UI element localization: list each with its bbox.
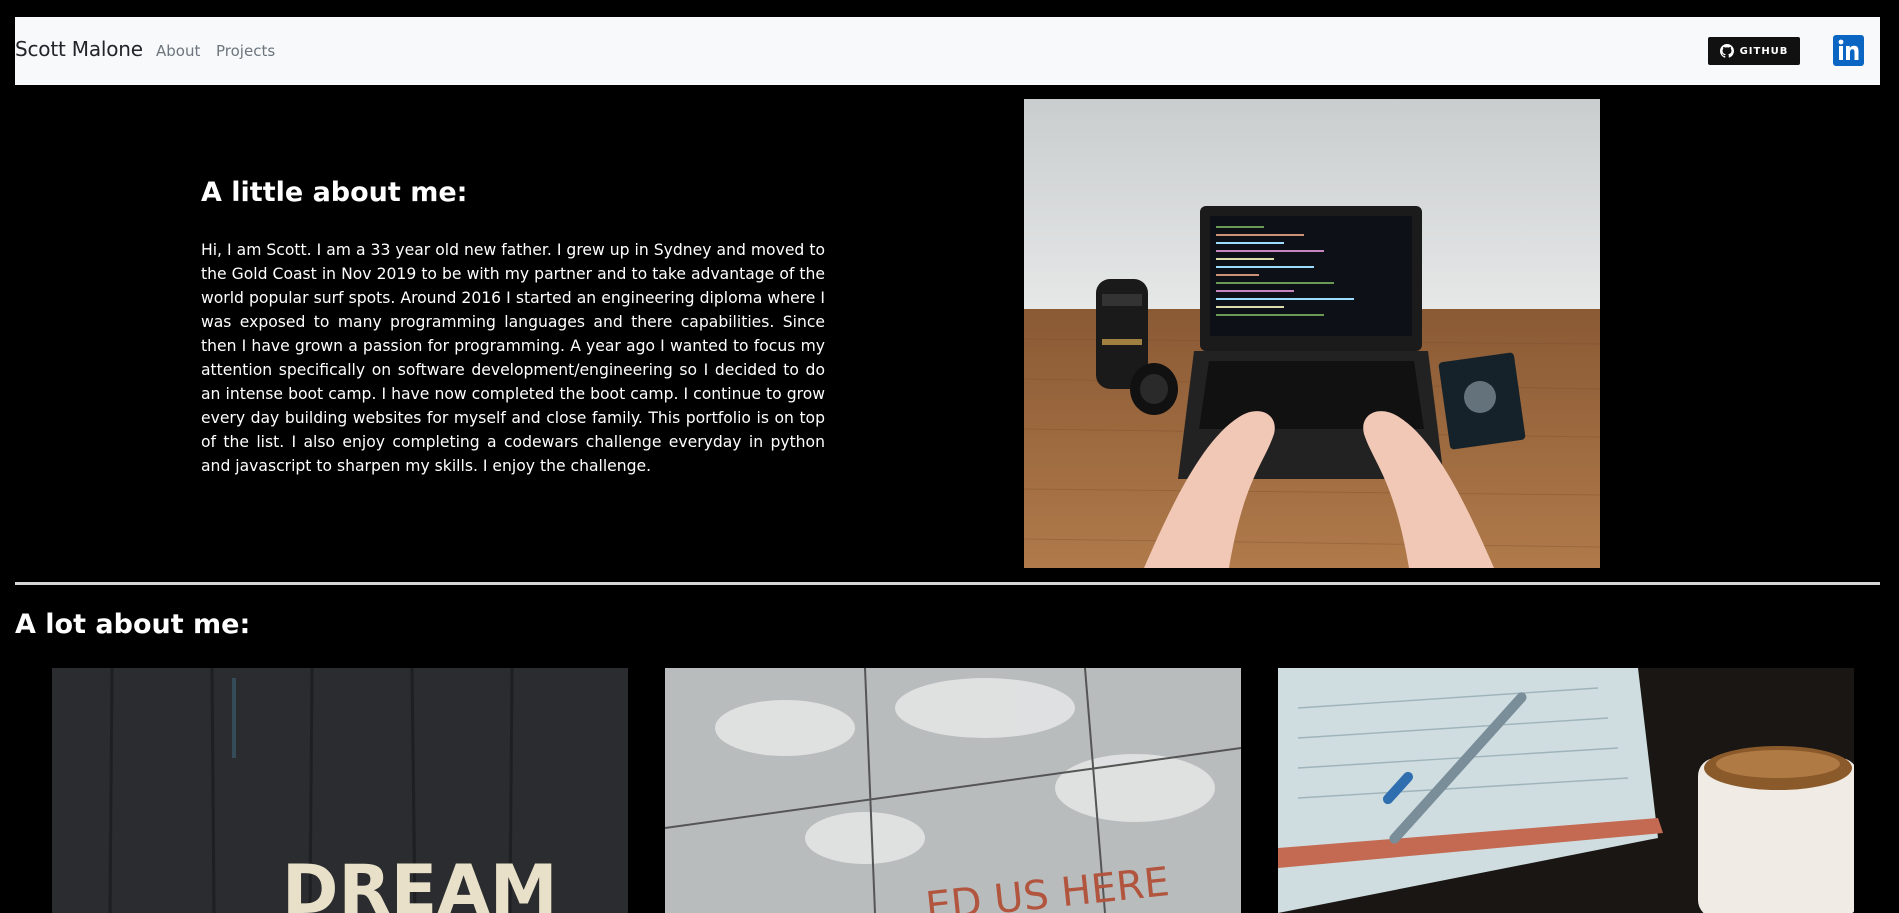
about-title: A little about me:	[201, 177, 468, 208]
github-label: GITHUB	[1739, 45, 1789, 57]
linkedin-logo	[1838, 39, 1859, 60]
lot-title: A lot about me:	[15, 609, 251, 640]
section-divider	[15, 582, 1880, 585]
nav-link-projects[interactable]: Projects	[216, 42, 275, 60]
card-dream-image[interactable]: DREAM	[52, 668, 628, 913]
github-button[interactable]: GITHUB	[1708, 37, 1800, 65]
brand-link[interactable]: Scott Malone	[15, 37, 143, 61]
card-notebook-coffee-image[interactable]	[1278, 668, 1854, 913]
about-paragraph: Hi, I am Scott. I am a 33 year old new f…	[201, 241, 825, 475]
card-1-image-text: DREAM	[282, 851, 558, 913]
linkedin-icon[interactable]	[1833, 35, 1864, 66]
card-led-us-here-image[interactable]: ED US HERE	[665, 668, 1241, 913]
nav-link-about[interactable]: About	[156, 42, 200, 60]
laptop-desk-photo	[1024, 99, 1600, 568]
github-icon	[1719, 44, 1734, 58]
navbar: Scott Malone About Projects GITHUB	[15, 17, 1880, 85]
